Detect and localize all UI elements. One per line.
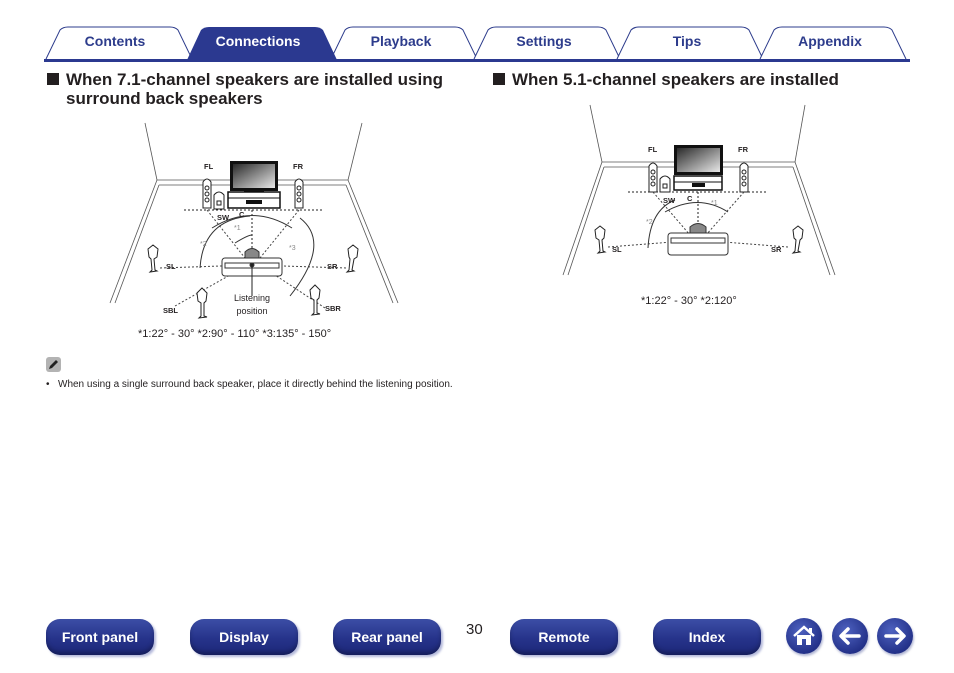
label-sl: SL — [166, 262, 176, 271]
label-c: C — [239, 210, 245, 219]
note-item: • When using a single surround back spea… — [46, 378, 466, 391]
label-sl: SL — [612, 245, 622, 254]
label-fl: FL — [204, 162, 214, 171]
tv-stand-icon — [227, 161, 281, 209]
speaker-sl-icon — [147, 244, 159, 273]
speaker-fl-icon — [648, 162, 658, 193]
tab-settings[interactable]: Settings — [489, 33, 599, 49]
sofa-icon — [667, 223, 729, 256]
speaker-sr-icon — [791, 225, 804, 254]
label-sr: SR — [771, 245, 782, 254]
pencil-icon — [46, 357, 61, 372]
heading-bullet-square — [47, 73, 59, 85]
heading-5-1-channel: When 5.1-channel speakers are installed — [493, 70, 839, 89]
label-listening-line2: position — [236, 306, 267, 316]
label-fr: FR — [293, 162, 304, 171]
heading-5-1-text: When 5.1-channel speakers are installed — [512, 70, 839, 89]
label-star1: *1 — [711, 200, 718, 207]
tab-shapes — [44, 26, 910, 62]
home-icon — [793, 625, 815, 645]
label-sbl: SBL — [163, 306, 178, 315]
tab-appendix[interactable]: Appendix — [775, 33, 885, 49]
tab-contents[interactable]: Contents — [60, 33, 170, 49]
heading-7-1-line2: surround back speakers — [66, 89, 263, 108]
heading-7-1-channel: When 7.1-channel speakers are installed … — [47, 70, 443, 108]
speaker-sl-icon — [594, 225, 607, 254]
back-button[interactable] — [832, 618, 868, 654]
label-sbr: SBR — [325, 304, 341, 313]
tab-playback[interactable]: Playback — [346, 33, 456, 49]
heading-bullet-square — [493, 73, 505, 85]
label-sw: SW — [217, 213, 230, 222]
label-star2: *2 — [646, 219, 653, 226]
label-star1: *1 — [234, 225, 241, 232]
tab-bar: Contents Connections Playback Settings T… — [0, 0, 954, 64]
arrow-right-icon — [884, 627, 906, 645]
arrow-left-icon — [839, 627, 861, 645]
caption-7-1-angles: *1:22° - 30° *2:90° - 110° *3:135° - 150… — [138, 328, 332, 340]
subwoofer-icon — [213, 191, 225, 210]
tab-underline — [44, 59, 910, 62]
label-listening-line1: Listening — [234, 293, 270, 303]
speaker-sr-icon — [345, 244, 359, 273]
remote-button[interactable]: Remote — [510, 619, 618, 655]
heading-7-1-line1: When 7.1-channel speakers are installed … — [66, 70, 443, 89]
page-number: 30 — [466, 621, 483, 638]
label-sr: SR — [327, 262, 338, 271]
speaker-sbl-icon — [196, 287, 208, 319]
speaker-fl-icon — [202, 178, 212, 209]
speaker-fr-icon — [739, 162, 749, 193]
forward-button[interactable] — [877, 618, 913, 654]
label-fl: FL — [648, 145, 658, 154]
label-c: C — [687, 194, 693, 203]
note-body: When using a single surround back speake… — [58, 379, 453, 390]
tv-stand-icon — [673, 145, 723, 191]
caption-5-1-angles: *1:22° - 30° *2:120° — [641, 295, 737, 307]
label-fr: FR — [738, 145, 749, 154]
label-sw: SW — [663, 196, 676, 205]
rear-panel-button[interactable]: Rear panel — [333, 619, 441, 655]
speaker-sbr-icon — [309, 284, 321, 316]
label-star3: *3 — [289, 245, 296, 252]
index-button[interactable]: Index — [653, 619, 761, 655]
tab-connections[interactable]: Connections — [203, 33, 313, 49]
diagram-7-1-layout: FL FR SW C SL SR SBL SBR *1 *2 *3 Listen… — [109, 122, 399, 319]
home-button[interactable] — [786, 618, 822, 654]
tab-tips[interactable]: Tips — [632, 33, 742, 49]
sofa-icon — [221, 248, 283, 296]
note-bullet: • — [46, 379, 50, 390]
speaker-fr-icon — [294, 178, 304, 209]
front-panel-button[interactable]: Front panel — [46, 619, 154, 655]
subwoofer-icon — [659, 175, 671, 193]
label-star2: *2 — [200, 241, 207, 248]
display-button[interactable]: Display — [190, 619, 298, 655]
diagram-5-1-layout: FL FR SW C SL SR *1 *2 — [562, 104, 836, 276]
